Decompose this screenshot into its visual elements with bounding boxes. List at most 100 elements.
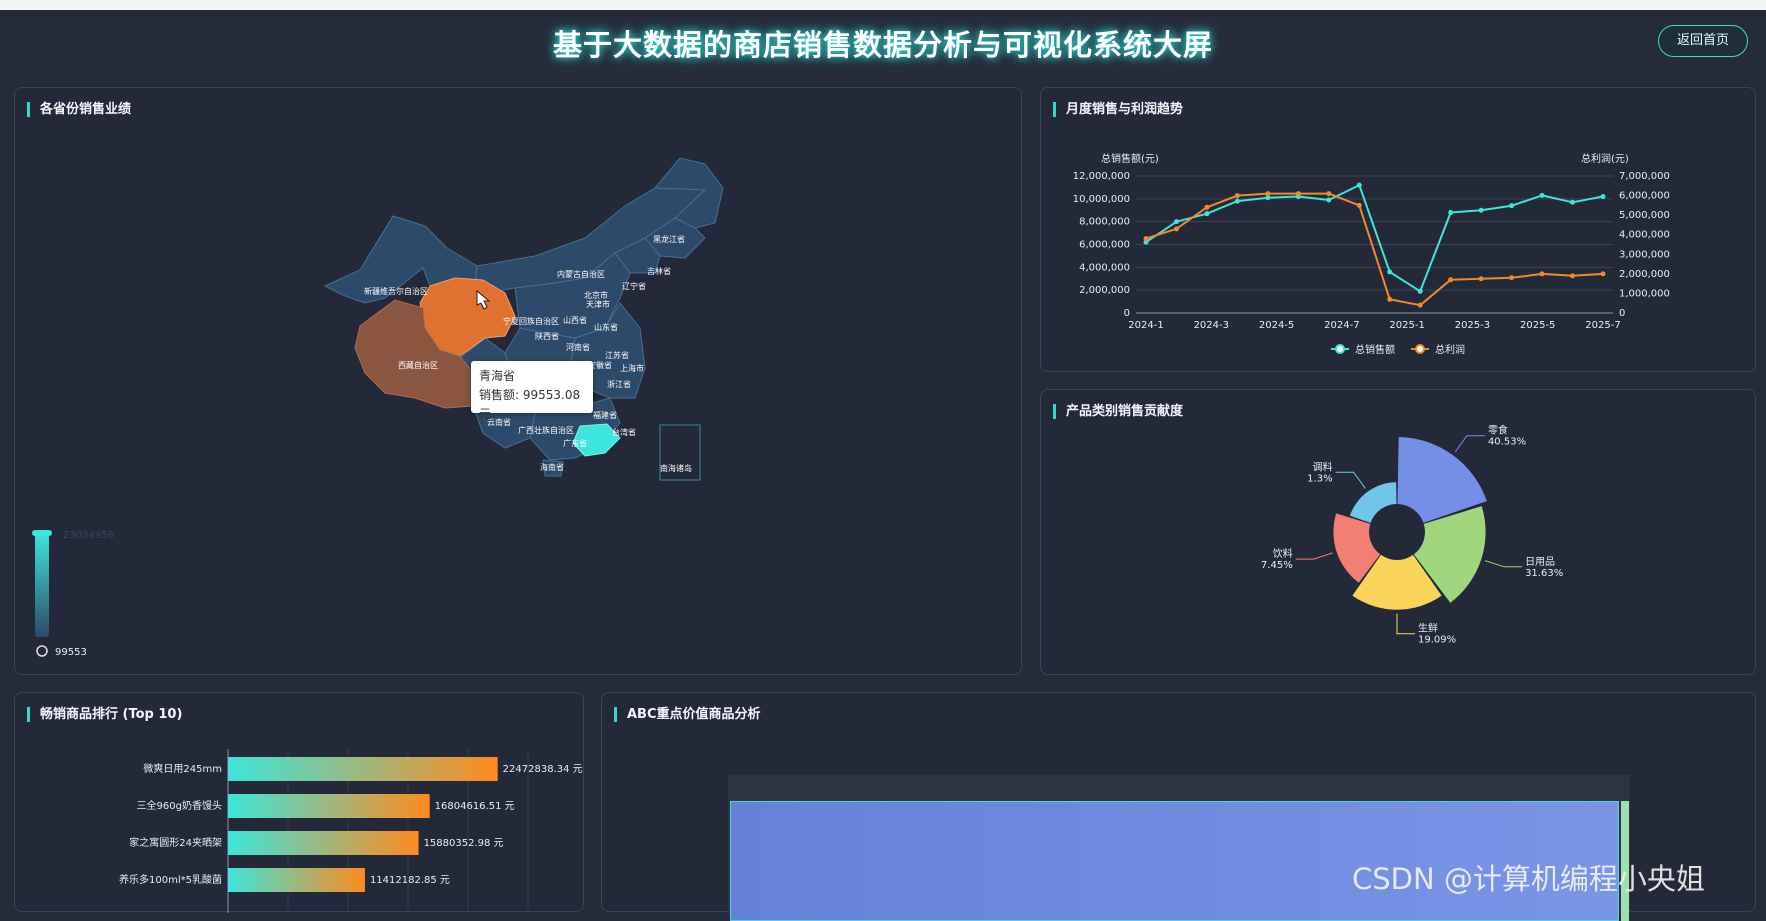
visual-map-bottom-handle[interactable] [36,645,48,657]
x-tick-label: 2025-3 [1455,320,1490,331]
label-zhejiang: 浙江省 [607,379,631,389]
slice-name-label: 日用品 [1525,556,1555,568]
x-tick-label: 2024-5 [1259,320,1294,331]
tooltip-sales: 销售额: 99553.08元 [479,388,581,421]
series-point [1204,211,1210,217]
series-point [1356,182,1362,188]
series-point [1600,271,1606,277]
series-point [1478,207,1484,213]
label-shandong: 山东省 [594,322,618,332]
map-panel: 各省份销售业绩 新疆维吾尔自治区 内蒙古自治区 黑龙江省 吉林省 辽宁省 北京市… [14,87,1022,675]
label-shaanxi: 陕西省 [535,331,559,341]
y-left-tick-label: 6,000,000 [1079,240,1130,251]
bar-category-label: 三全960g奶香馒头 [137,799,222,812]
y-left-tick-label: 12,000,000 [1073,171,1130,182]
home-button[interactable]: 返回首页 [1658,25,1748,57]
bar[interactable] [228,868,365,892]
bar-category-label: 养乐多100ml*5乳酸菌 [119,873,222,886]
label-shanghai: 上海市 [620,363,644,373]
series-point [1356,202,1362,208]
bar[interactable] [228,831,419,855]
bar-category-label: 家之寓圆形24夹晒架 [129,836,222,849]
series-point [1539,271,1545,277]
y-left-tick-label: 0 [1124,308,1130,319]
label-beijing: 北京市 [584,290,608,300]
label-liaoning: 辽宁省 [622,281,646,291]
slice-percent-label: 19.09% [1418,635,1456,646]
top10-panel: 畅销商品排行 (Top 10) 微爽日用245mm 22472838.34 元三全… [14,692,584,913]
y-right-tick-label: 0 [1619,308,1625,319]
legend-marker [1415,344,1425,354]
label-neimenggu: 内蒙古自治区 [557,269,605,279]
category-rose-chart: 零食40.53% 日用品31.63% 生鲜19.09% 饮料7.45% 调料1.3% [1261,424,1563,646]
label-leader [1396,613,1415,635]
bar[interactable] [228,794,430,818]
label-guangdong: 广东省 [563,438,587,448]
series-point [1570,199,1576,205]
y-left-tick-label: 4,000,000 [1079,262,1130,273]
y-right-tick-label: 2,000,000 [1619,269,1670,280]
bar[interactable] [228,757,498,781]
label-leader [1484,560,1523,568]
label-jiangsu: 江苏省 [605,350,629,360]
y-right-tick-label: 6,000,000 [1619,191,1670,202]
slice-name-label: 饮料 [1273,547,1293,560]
category-panel: 产品类别销售贡献度 零食 40.53% 日用品 31.63% 生鲜 19.09% 饮料 7.4… [1040,389,1756,675]
label-leader [1454,435,1485,453]
visual-map-top-handle[interactable] [32,530,52,536]
label-fujian: 福建省 [593,410,617,420]
label-heilongjiang: 黑龙江省 [653,234,685,244]
label-shanxi: 山西省 [563,315,587,325]
x-tick-label: 2025-5 [1520,320,1555,331]
bar-value-label: 15880352.98 元 [424,838,504,849]
slice-name-label: 零食 [1488,424,1508,437]
top10-bar-chart: 微爽日用245mm 22472838.34 元三全960g奶香馒头 16804616… [119,749,583,913]
visual-map-min-label: 99553 [55,647,87,658]
browser-top-strip [0,0,1766,10]
slice-percent-label: 1.3% [1307,473,1332,484]
slice-percent-label: 31.63% [1525,568,1563,579]
series-point [1326,191,1332,197]
slice-percent-label: 40.53% [1488,437,1526,448]
series-point [1265,191,1271,197]
y-left-tick-label: 8,000,000 [1079,217,1130,228]
y-right-axis-title: 总利润(元) [1581,152,1629,165]
slice-name-label: 生鲜 [1418,622,1438,635]
abc-panel-title: ABC重点价值商品分析 [614,707,761,722]
series-point [1478,276,1484,282]
y-right-tick-label: 1,000,000 [1619,288,1670,299]
bar-value-label: 11412182.85 元 [370,875,450,886]
series-point [1509,203,1515,209]
bar-value-label: 22472838.34 元 [503,764,583,775]
x-tick-label: 2025-1 [1389,320,1424,331]
series-point [1417,288,1423,294]
y-right-tick-label: 4,000,000 [1619,230,1670,241]
series-point [1234,193,1240,199]
label-guangxi: 广西壮族自治区 [518,425,574,435]
slice-name-label: 调料 [1313,460,1333,473]
visual-map-bar[interactable] [35,533,49,637]
page-title: 基于大数据的商店销售数据分析与可视化系统大屏 [552,28,1213,62]
label-leader [1335,471,1366,489]
label-xizang: 西藏自治区 [398,360,438,370]
y-left-tick-label: 10,000,000 [1073,194,1130,205]
label-xinjiang: 新疆维吾尔自治区 [364,286,428,296]
x-tick-label: 2025-7 [1585,320,1620,331]
y-left-tick-label: 2,000,000 [1079,285,1130,296]
x-tick-label: 2024-1 [1128,320,1163,331]
series-point [1204,204,1210,210]
trend-panel: 月度销售与利润趋势 总销售额(元) 总利润(元) 12,000,000 10,00… [1040,87,1756,372]
series-point [1600,194,1606,200]
series-point [1234,198,1240,204]
series-point [1448,277,1454,283]
rose-slice[interactable] [1349,482,1397,523]
series-point [1143,236,1149,242]
label-tianjin: 天津市 [586,299,610,309]
map-tooltip: 青海省 销售额: 99553.08元 [471,361,593,421]
legend-label: 总销售额 [1355,343,1395,356]
series-point [1448,210,1454,216]
series-point [1539,192,1545,198]
series-point [1173,226,1179,232]
y-right-tick-label: 3,000,000 [1619,249,1670,260]
legend-marker [1335,344,1345,354]
